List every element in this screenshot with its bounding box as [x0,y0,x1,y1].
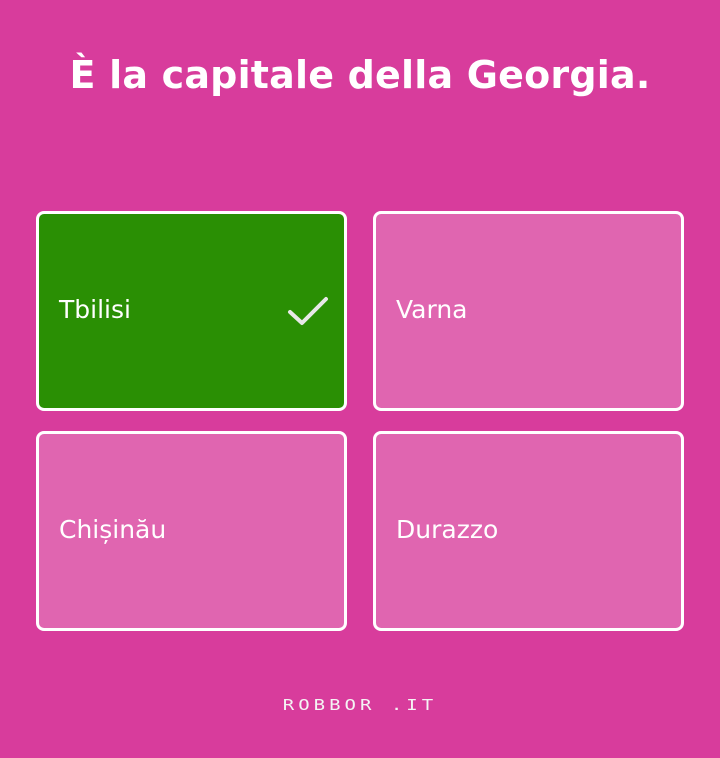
answer-option-label: Tbilisi [59,295,131,324]
answer-option-label: Chișinău [59,515,167,544]
answer-option-chisinau[interactable]: Chișinău [36,431,347,631]
answer-option-label: Varna [396,295,468,324]
answer-option-tbilisi[interactable]: Tbilisi [36,211,347,411]
answer-option-durazzo[interactable]: Durazzo [373,431,684,631]
site-logo: ROBBOR .IT [282,696,438,714]
question-text: È la capitale della Georgia. [69,53,651,97]
answer-option-varna[interactable]: Varna [373,211,684,411]
answer-option-label: Durazzo [396,515,499,544]
answer-grid: Tbilisi Varna Chișinău Durazzo [36,211,684,631]
checkmark-icon [288,297,328,325]
